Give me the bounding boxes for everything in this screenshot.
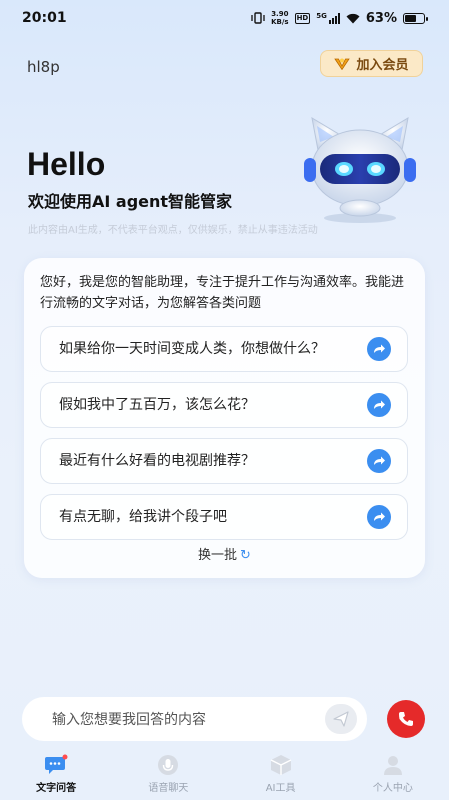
refresh-button[interactable]: 换一批 ↻	[24, 544, 425, 563]
net-speed-unit: KB/s	[271, 18, 289, 26]
join-vip-label: 加入会员	[356, 58, 409, 73]
chat-suggestion-card: 您好，我是您的智能助理，专注于提升工作与沟通效率。我能进行流畅的文字对话，为您解…	[24, 258, 425, 578]
tab-label: 个人中心	[372, 783, 413, 794]
send-button[interactable]	[325, 704, 357, 734]
send-icon	[333, 711, 349, 727]
status-icons: 3.90 KB/s HD 5G 63%	[251, 10, 428, 26]
question-text: 最近有什么好看的电视剧推荐？	[59, 453, 255, 469]
tab-profile[interactable]: 个人中心	[343, 754, 443, 794]
net-speed-value: 3.90	[271, 10, 289, 18]
voice-icon	[158, 755, 179, 775]
message-input-placeholder: 输入您想要我回答的内容	[52, 712, 206, 728]
chat-icon	[45, 754, 68, 774]
arrow-icon	[367, 393, 391, 417]
message-input[interactable]: 输入您想要我回答的内容	[22, 697, 367, 741]
suggested-question-4[interactable]: 有点无聊，给我讲个段子吧	[40, 494, 408, 540]
tab-label: 语音聊天	[148, 783, 189, 794]
join-vip-button[interactable]: 加入会员	[320, 50, 423, 77]
question-text: 假如我中了五百万，该怎么花？	[59, 397, 255, 413]
username: hl8p	[27, 58, 60, 76]
status-bar: 20:01 3.90 KB/s HD 5G 63%	[0, 0, 449, 36]
net-speed: 3.90 KB/s	[271, 10, 288, 26]
status-time: 20:01	[22, 10, 67, 26]
vibrate-icon	[251, 12, 265, 24]
hd-badge: HD	[294, 12, 311, 24]
battery-fill	[405, 14, 417, 22]
suggested-question-1[interactable]: 如果给你一天时间变成人类，你想做什么？	[40, 326, 408, 372]
cube-icon	[270, 755, 291, 775]
question-text: 如果给你一天时间变成人类，你想做什么？	[59, 341, 325, 357]
call-button[interactable]	[387, 700, 425, 738]
wifi-icon	[346, 13, 360, 23]
tab-label: AI工具	[265, 783, 296, 794]
assistant-intro: 您好，我是您的智能助理，专注于提升工作与沟通效率。我能进行流畅的文字对话，为您解…	[40, 275, 405, 311]
bottom-tab-bar: 文字问答 语音聊天 AI工具 个人中心	[0, 754, 449, 800]
arrow-icon	[367, 337, 391, 361]
cell-signal-icon: 5G	[316, 11, 340, 24]
ai-disclaimer: 此内容由AI生成，不代表平台观点，仅供娱乐，禁止从事违法活动	[28, 225, 318, 236]
battery-percent: 63%	[365, 10, 397, 26]
robot-mascot-image	[304, 116, 416, 223]
suggested-question-3[interactable]: 最近有什么好看的电视剧推荐？	[40, 438, 408, 484]
tab-label: 文字问答	[36, 783, 77, 794]
tab-text-qa[interactable]: 文字问答	[6, 754, 106, 794]
user-icon	[383, 756, 402, 775]
refresh-label: 换一批	[198, 548, 238, 563]
question-text: 有点无聊，给我讲个段子吧	[59, 509, 227, 525]
vip-crown-icon	[334, 58, 351, 70]
hello-title: Hello	[27, 146, 106, 182]
tab-ai-tools[interactable]: AI工具	[231, 754, 331, 794]
tab-voice-chat[interactable]: 语音聊天	[118, 754, 218, 794]
phone-icon	[399, 712, 413, 726]
suggested-question-2[interactable]: 假如我中了五百万，该怎么花？	[40, 382, 408, 428]
refresh-icon: ↻	[240, 548, 251, 563]
arrow-icon	[367, 505, 391, 529]
arrow-icon	[367, 449, 391, 473]
battery-icon	[403, 12, 428, 24]
welcome-subtitle: 欢迎使用AI agent智能管家	[28, 192, 233, 211]
network-type: 5G	[316, 11, 327, 20]
